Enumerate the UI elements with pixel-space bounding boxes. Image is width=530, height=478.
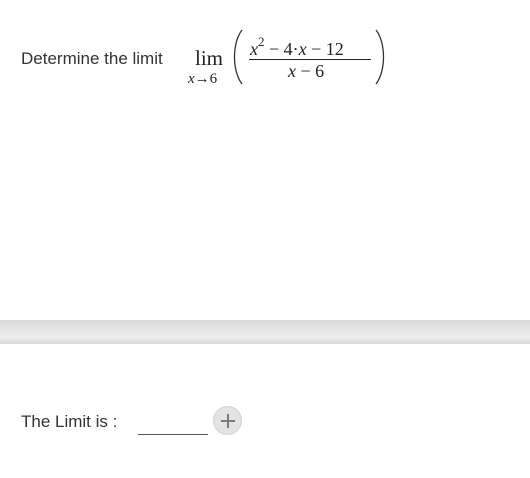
question-block: Determine the limit lim x→6 x2 − 4·x − 1… — [21, 0, 521, 110]
limit-variable: x — [188, 71, 195, 87]
limit-operator: lim — [195, 46, 224, 70]
fraction-numerator: x2 − 4·x − 12 — [250, 34, 344, 60]
right-parenthesis — [375, 29, 385, 85]
limit-arrow: → — [194, 71, 210, 87]
add-button[interactable] — [213, 406, 242, 435]
numerator-exponent: 2 — [258, 34, 265, 49]
numerator-variable-2: x — [298, 39, 307, 59]
answer-input[interactable] — [138, 416, 208, 435]
answer-label: The Limit is : — [21, 412, 118, 431]
limit-target: 6 — [209, 71, 218, 87]
numerator-variable: x — [250, 39, 258, 59]
limit-subscript: x→6 — [188, 71, 217, 88]
plus-icon — [220, 413, 235, 428]
left-parenthesis — [233, 29, 243, 85]
numerator-middle: − 4· — [264, 39, 299, 59]
numerator-constant: − 12 — [306, 39, 344, 59]
denominator-constant: − 6 — [296, 61, 325, 81]
fraction-bar — [249, 59, 371, 60]
denominator-variable: x — [288, 61, 296, 81]
question-prompt: Determine the limit — [21, 49, 163, 68]
fraction-denominator: x − 6 — [288, 61, 324, 82]
section-divider — [0, 320, 530, 344]
